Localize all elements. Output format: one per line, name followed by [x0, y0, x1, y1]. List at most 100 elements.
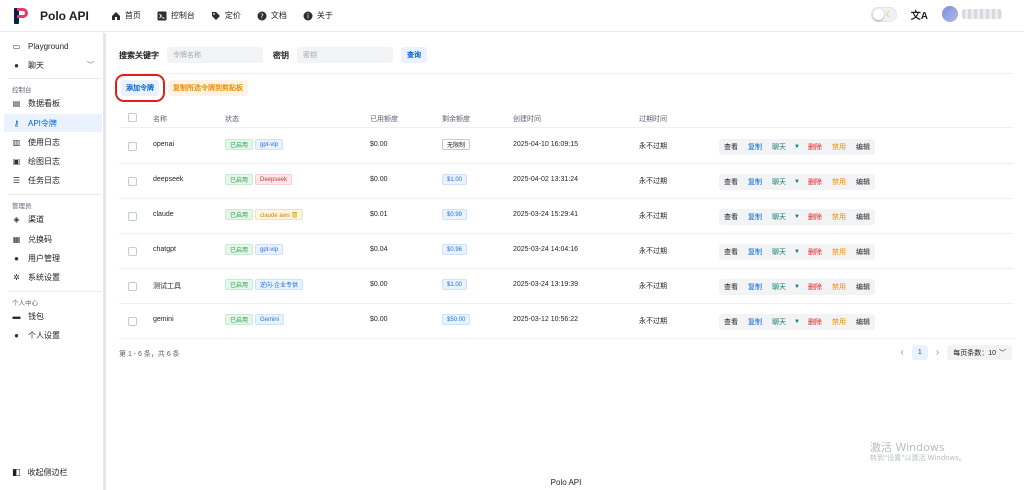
- token-name: gemini: [153, 316, 174, 323]
- sidebar-item-redeem[interactable]: ▦ 兑换码: [4, 230, 102, 248]
- expire-time: 永不过期: [639, 283, 667, 290]
- sidebar-item-wallet[interactable]: ▬ 钱包: [4, 307, 102, 325]
- brand-name[interactable]: Polo API: [40, 9, 89, 23]
- chat-button[interactable]: 聊天: [767, 244, 791, 260]
- sidebar-item-task-logs[interactable]: ☰ 任务日志: [4, 171, 102, 189]
- row-checkbox[interactable]: [128, 177, 137, 186]
- key-input[interactable]: 密钥: [297, 47, 393, 63]
- avatar[interactable]: [942, 6, 958, 22]
- nav-pricing-label: 定价: [224, 11, 241, 20]
- view-button[interactable]: 查看: [719, 314, 743, 330]
- copy-button[interactable]: 复制: [743, 314, 767, 330]
- nav-about[interactable]: i 关于: [303, 10, 333, 21]
- chat-button[interactable]: 聊天: [767, 314, 791, 330]
- gift-icon: ▦: [12, 234, 21, 244]
- disable-button[interactable]: 禁用: [827, 244, 851, 260]
- chat-dropdown-icon[interactable]: ▼: [791, 139, 803, 155]
- view-button[interactable]: 查看: [719, 244, 743, 260]
- sidebar-item-dashboard[interactable]: ▤ 数据看板: [4, 94, 102, 112]
- status-badge: 已启用: [225, 244, 254, 255]
- sidebar-item-draw-logs[interactable]: ▣ 绘图日志: [4, 152, 102, 170]
- nav-about-label: 关于: [316, 11, 333, 20]
- disable-button[interactable]: 禁用: [827, 279, 851, 295]
- sidebar-item-api-tokens[interactable]: ⚷ API令牌: [4, 114, 102, 132]
- chat-button[interactable]: 聊天: [767, 279, 791, 295]
- page-number[interactable]: 1: [911, 345, 928, 360]
- copy-button[interactable]: 复制: [743, 174, 767, 190]
- status-badge: 已启用: [225, 209, 254, 220]
- delete-button[interactable]: 删除: [803, 244, 827, 260]
- user-menu[interactable]: [942, 6, 1002, 22]
- used-quota: $0.00: [370, 281, 388, 288]
- page-size-select[interactable]: 每页条数：10 ﹀: [947, 345, 1012, 360]
- sidebar-item-channels[interactable]: ◈ 渠道: [4, 210, 102, 228]
- collapse-sidebar-button[interactable]: ◧ 收起侧边栏: [12, 467, 68, 478]
- chat-dropdown-icon[interactable]: ▼: [791, 244, 803, 260]
- sidebar-item-chat[interactable]: ● 聊天 ﹀: [4, 56, 102, 74]
- nav-docs[interactable]: ? 文档: [257, 10, 287, 21]
- delete-button[interactable]: 删除: [803, 279, 827, 295]
- copy-button[interactable]: 复制: [743, 279, 767, 295]
- edit-button[interactable]: 编辑: [851, 314, 875, 330]
- disable-button[interactable]: 禁用: [827, 139, 851, 155]
- chat-dropdown-icon[interactable]: ▼: [791, 209, 803, 225]
- next-page-icon[interactable]: ›: [936, 347, 939, 358]
- remaining-quota: $1.00: [442, 279, 468, 290]
- chat-button[interactable]: 聊天: [767, 209, 791, 225]
- app-logo[interactable]: [14, 7, 28, 24]
- sidebar-item-playground[interactable]: ▭ Playground: [4, 37, 102, 55]
- row-checkbox[interactable]: [128, 317, 137, 326]
- chat-button[interactable]: 聊天: [767, 174, 791, 190]
- chat-button[interactable]: 聊天: [767, 139, 791, 155]
- add-token-button[interactable]: 添加令牌: [115, 74, 165, 102]
- sidebar-item-profile[interactable]: ● 个人设置: [4, 326, 102, 344]
- chat-dropdown-icon[interactable]: ▼: [791, 314, 803, 330]
- theme-toggle[interactable]: ☾: [870, 6, 897, 22]
- view-button[interactable]: 查看: [719, 279, 743, 295]
- table-row: gemini 已启用 Gemini $0.00 $50.00 2025-03-12 10:…: [119, 304, 1014, 339]
- nav-pricing[interactable]: 定价: [211, 10, 241, 21]
- sidebar-item-usage-logs[interactable]: ▥ 使用日志: [4, 133, 102, 151]
- keyword-input[interactable]: 令牌名称: [167, 47, 263, 63]
- table-row: deepseek 已启用 Deepseek $0.00 $1.00 2025-04-02 …: [119, 164, 1014, 199]
- row-checkbox[interactable]: [128, 247, 137, 256]
- remaining-quota: $1.00: [442, 174, 468, 185]
- sidebar-item-label: Playground: [28, 41, 69, 51]
- disable-button[interactable]: 禁用: [827, 174, 851, 190]
- edit-button[interactable]: 编辑: [851, 174, 875, 190]
- edit-button[interactable]: 编辑: [851, 139, 875, 155]
- delete-button[interactable]: 删除: [803, 209, 827, 225]
- row-checkbox[interactable]: [128, 212, 137, 221]
- chat-dropdown-icon[interactable]: ▼: [791, 279, 803, 295]
- row-checkbox[interactable]: [128, 142, 137, 151]
- disable-button[interactable]: 禁用: [827, 209, 851, 225]
- edit-button[interactable]: 编辑: [851, 279, 875, 295]
- sidebar-item-users[interactable]: ● 用户管理: [4, 249, 102, 267]
- select-all-checkbox[interactable]: [128, 113, 137, 122]
- status-badge: 已启用: [225, 279, 254, 290]
- query-button[interactable]: 查询: [401, 47, 427, 63]
- chat-dropdown-icon[interactable]: ▼: [791, 174, 803, 190]
- view-button[interactable]: 查看: [719, 174, 743, 190]
- nav-console[interactable]: 控制台: [157, 10, 195, 21]
- view-button[interactable]: 查看: [719, 209, 743, 225]
- copy-button[interactable]: 复制: [743, 139, 767, 155]
- disable-button[interactable]: 禁用: [827, 314, 851, 330]
- created-time: 2025-03-24 13:19:39: [513, 281, 578, 288]
- translate-icon[interactable]: 文A: [911, 7, 928, 22]
- token-name: 测试工具: [153, 283, 181, 290]
- prev-page-icon[interactable]: ‹: [901, 347, 904, 358]
- delete-button[interactable]: 删除: [803, 139, 827, 155]
- copy-button[interactable]: 复制: [743, 209, 767, 225]
- delete-button[interactable]: 删除: [803, 174, 827, 190]
- view-button[interactable]: 查看: [719, 139, 743, 155]
- nav-home[interactable]: 首页: [111, 10, 141, 21]
- copy-button[interactable]: 复制: [743, 244, 767, 260]
- sidebar-item-settings[interactable]: ✲ 系统设置: [4, 268, 102, 286]
- delete-button[interactable]: 删除: [803, 314, 827, 330]
- group-label-personal: 个人中心: [12, 300, 38, 307]
- row-checkbox[interactable]: [128, 282, 137, 291]
- edit-button[interactable]: 编辑: [851, 244, 875, 260]
- edit-button[interactable]: 编辑: [851, 209, 875, 225]
- copy-selected-button[interactable]: 复制所选令牌到剪贴板: [168, 80, 248, 96]
